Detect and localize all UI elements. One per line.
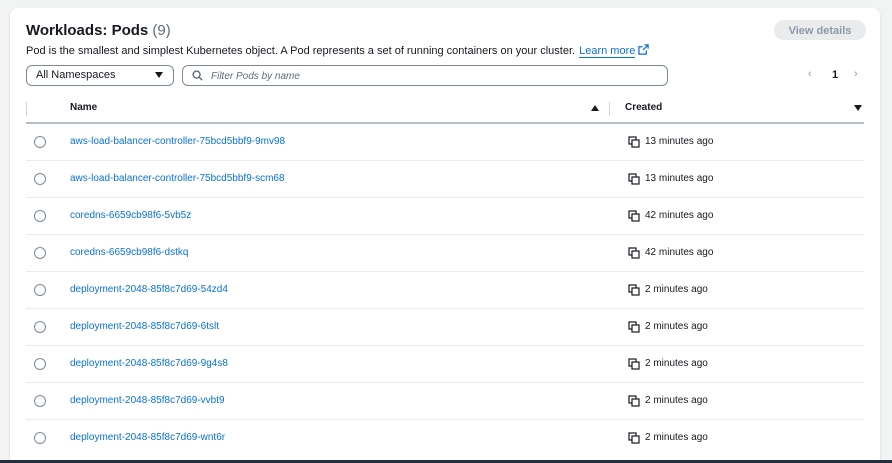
table-row[interactable]: deployment-2048-85f8c7d69-6tslt 2 minutes… <box>26 309 864 346</box>
row-radio[interactable] <box>34 284 46 296</box>
row-radio[interactable] <box>34 210 46 222</box>
pod-count: (9) <box>152 22 171 39</box>
row-radio[interactable] <box>34 173 46 185</box>
view-details-button[interactable]: View details <box>774 20 866 40</box>
row-radio[interactable] <box>34 136 46 148</box>
pod-name-link[interactable]: deployment-2048-85f8c7d69-9g4s8 <box>70 358 228 369</box>
row-radio[interactable] <box>34 358 46 370</box>
learn-more-label: Learn more <box>579 45 636 57</box>
created-time: 2 minutes ago <box>645 432 708 443</box>
created-time: 2 minutes ago <box>645 358 708 369</box>
copy-icon[interactable] <box>628 247 640 259</box>
caret-down-icon <box>155 72 163 78</box>
description-text: Pod is the smallest and simplest Kuberne… <box>26 45 576 57</box>
next-page-button[interactable]: › <box>854 68 858 80</box>
pod-name-link[interactable]: deployment-2048-85f8c7d69-wnt6r <box>70 432 225 443</box>
table-row[interactable]: coredns-6659cb98f6-5vb5z 42 minutes ago <box>26 198 864 235</box>
pods-panel: Workloads: Pods (9) Pod is the smallest … <box>10 8 880 463</box>
prev-page-button[interactable]: ‹ <box>808 68 812 80</box>
search-input[interactable] <box>209 68 653 85</box>
copy-icon[interactable] <box>628 358 640 370</box>
pod-name-link[interactable]: aws-load-balancer-controller-75bcd5bbf9-… <box>70 136 285 147</box>
current-page[interactable]: 1 <box>832 69 838 81</box>
column-divider <box>26 102 27 116</box>
pod-name-link[interactable]: deployment-2048-85f8c7d69-6tslt <box>70 321 219 332</box>
copy-icon[interactable] <box>628 432 640 444</box>
external-link-icon[interactable] <box>638 44 650 55</box>
table-row[interactable]: deployment-2048-85f8c7d69-54zd4 2 minutes… <box>26 272 864 309</box>
pod-name-link[interactable]: aws-load-balancer-controller-75bcd5bbf9-… <box>70 173 285 184</box>
description: Pod is the smallest and simplest Kuberne… <box>26 44 650 58</box>
column-header-name[interactable]: Name <box>70 102 97 113</box>
created-time: 2 minutes ago <box>645 284 708 295</box>
table-row[interactable]: aws-load-balancer-controller-75bcd5bbf9-… <box>26 161 864 198</box>
row-radio[interactable] <box>34 247 46 259</box>
table-row[interactable]: deployment-2048-85f8c7d69-wnt6r 2 minutes… <box>26 420 864 457</box>
table-header: Name Created <box>26 96 864 124</box>
pod-name-link[interactable]: coredns-6659cb98f6-dstkq <box>70 247 188 258</box>
search-icon <box>192 70 203 81</box>
created-time: 13 minutes ago <box>645 173 714 184</box>
table-row[interactable]: deployment-2048-85f8c7d69-vvbt9 2 minutes… <box>26 383 864 420</box>
row-radio[interactable] <box>34 432 46 444</box>
pod-name-link[interactable]: deployment-2048-85f8c7d69-vvbt9 <box>70 395 225 406</box>
pod-name-link[interactable]: deployment-2048-85f8c7d69-54zd4 <box>70 284 228 295</box>
column-divider[interactable] <box>609 102 610 116</box>
created-time: 13 minutes ago <box>645 136 714 147</box>
created-time: 2 minutes ago <box>645 321 708 332</box>
learn-more-link[interactable]: Learn more <box>579 45 636 58</box>
pod-name-link[interactable]: coredns-6659cb98f6-5vb5z <box>70 210 191 221</box>
namespace-value: All Namespaces <box>36 69 116 81</box>
filter-pods-field[interactable] <box>182 65 668 86</box>
pagination: ‹ 1 › <box>808 68 868 84</box>
copy-icon[interactable] <box>628 210 640 222</box>
sort-ascending-icon[interactable] <box>591 105 599 111</box>
namespace-select[interactable]: All Namespaces <box>26 65 174 86</box>
copy-icon[interactable] <box>628 136 640 148</box>
pods-table-body: aws-load-balancer-controller-75bcd5bbf9-… <box>26 124 864 457</box>
table-row[interactable]: deployment-2048-85f8c7d69-9g4s8 2 minutes… <box>26 346 864 383</box>
created-time: 2 minutes ago <box>645 395 708 406</box>
created-time: 42 minutes ago <box>645 210 714 221</box>
copy-icon[interactable] <box>628 173 640 185</box>
sort-descending-icon[interactable] <box>854 105 862 111</box>
copy-icon[interactable] <box>628 284 640 296</box>
created-time: 42 minutes ago <box>645 247 714 258</box>
table-row[interactable]: coredns-6659cb98f6-dstkq 42 minutes ago <box>26 235 864 272</box>
copy-icon[interactable] <box>628 395 640 407</box>
column-header-created[interactable]: Created <box>625 102 662 113</box>
title-text: Workloads: Pods <box>26 22 149 39</box>
table-row[interactable]: aws-load-balancer-controller-75bcd5bbf9-… <box>26 124 864 161</box>
row-radio[interactable] <box>34 321 46 333</box>
page-title: Workloads: Pods (9) <box>26 22 171 39</box>
copy-icon[interactable] <box>628 321 640 333</box>
row-radio[interactable] <box>34 395 46 407</box>
